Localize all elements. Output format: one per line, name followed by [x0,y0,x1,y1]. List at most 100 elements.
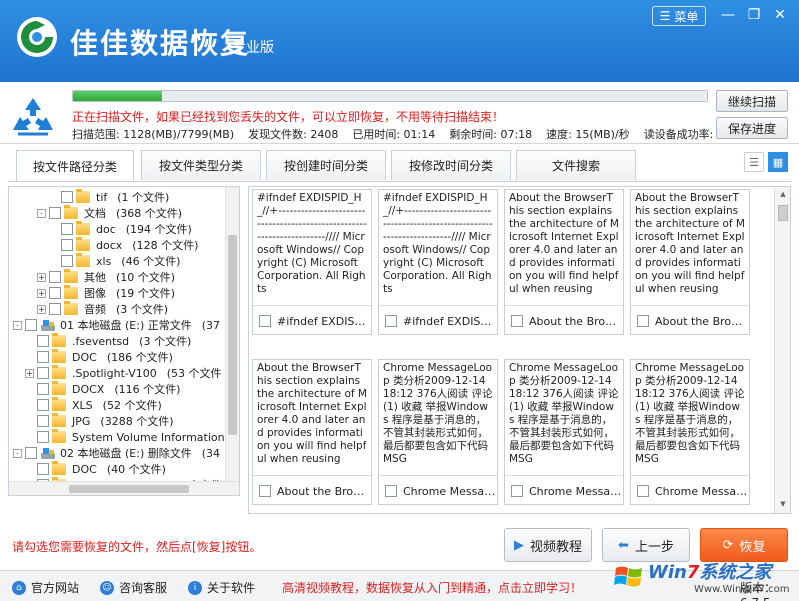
official-website-link[interactable]: ⌂ 官方网站 [12,579,79,596]
file-card[interactable]: About the BrowserThis section explains t… [252,359,372,505]
video-tutorial-button[interactable]: ▶ 视频教程 [504,528,592,562]
tree-item-checkbox[interactable] [49,207,61,219]
expand-icon[interactable]: + [25,368,34,378]
tree-item[interactable]: + 图像 (19 个文件) [37,285,175,301]
grid-scroll-thumb[interactable] [778,205,788,221]
file-preview: Chrome MessageLoop 类分析2009-12-14 18:12 3… [505,360,623,476]
maximize-icon[interactable]: ❐ [742,4,766,26]
elapsed-time: 已用时间: 01:14 [352,128,436,141]
file-card[interactable]: About the BrowserThis section explains t… [630,189,750,335]
tree-item[interactable]: xls (46 个文件) [49,253,180,269]
file-card[interactable]: #ifndef EXDISPID_H_//+------------------… [252,189,372,335]
grid-view-icon[interactable]: ▦ [768,152,788,172]
collapse-icon[interactable]: - [13,320,22,330]
file-checkbox[interactable] [637,485,649,497]
tree-item-checkbox[interactable] [49,271,61,283]
file-checkbox[interactable] [637,315,649,327]
tree-item[interactable]: + 音频 (3 个文件) [37,301,168,317]
tree-item[interactable]: + 其他 (10 个文件) [37,269,175,285]
grid-scrollbar[interactable]: ▲ ▼ [774,187,790,513]
tree-horizontal-scrollbar[interactable] [9,481,239,495]
tree-scroll-thumb[interactable] [228,235,237,435]
tree-item-checkbox[interactable] [37,383,49,395]
tree-item[interactable]: DOC (40 个文件) [25,461,166,477]
about-link[interactable]: i 关于软件 [188,579,255,596]
tree-item-count: (368 个文件) [116,207,183,220]
save-progress-button[interactable]: 保存进度 [716,117,788,139]
tree-item[interactable]: tif (1 个文件) [49,189,169,205]
tree-item[interactable]: XLS (52 个文件) [25,397,162,413]
scan-progress-bar [72,90,708,102]
file-checkbox[interactable] [259,315,271,327]
folder-icon [76,253,90,267]
tree-item-checkbox[interactable] [49,303,61,315]
read-success-rate: 读设备成功率: [643,128,714,141]
folder-icon [76,221,90,235]
scroll-up-icon[interactable]: ▲ [778,190,788,200]
menu-button[interactable]: ☰ 菜单 [652,6,706,26]
tree-item-count: (37 [201,318,221,332]
close-icon[interactable]: ✕ [768,4,792,26]
continue-scan-button[interactable]: 继续扫描 [716,90,788,112]
file-checkbox[interactable] [385,485,397,497]
collapse-icon[interactable]: - [37,208,46,218]
tree-item-checkbox[interactable] [37,351,49,363]
tree-item-checkbox[interactable] [37,399,49,411]
expand-icon[interactable]: + [37,288,46,298]
about-label: 关于软件 [207,581,256,595]
tree-item[interactable]: DOC (186 个文件) [25,349,173,365]
collapse-icon[interactable]: - [13,448,22,458]
expand-icon[interactable]: + [37,304,46,314]
tab-divider [8,181,791,182]
tree-item-checkbox[interactable] [37,335,49,347]
tree-hscroll-thumb[interactable] [69,485,189,493]
customer-service-link[interactable]: ☺ 咨询客服 [100,579,167,596]
tree-item[interactable]: System Volume Information [25,429,225,445]
file-checkbox[interactable] [511,485,523,497]
tree-item-checkbox[interactable] [37,431,49,443]
tree-item-checkbox[interactable] [25,447,37,459]
tree-item[interactable]: - 01 本地磁盘 (E:) 正常文件 (37 [13,317,220,333]
tree-item-checkbox[interactable] [37,463,49,475]
tree-item-checkbox[interactable] [61,191,73,203]
tree-item[interactable]: - 02 本地磁盘 (E:) 删除文件 (34 [13,445,220,461]
expand-icon[interactable]: + [37,272,46,282]
tree-vertical-scrollbar[interactable] [225,187,239,495]
tree-item[interactable]: - 文档 (368 个文件) [37,205,182,221]
tab-by-modified[interactable]: 按修改时间分类 [391,150,511,180]
file-checkbox[interactable] [259,485,271,497]
file-card[interactable]: Chrome MessageLoop 类分析2009-12-14 18:12 3… [504,359,624,505]
tree-item-label: tif [96,190,108,204]
drive-icon [41,447,55,459]
file-checkbox[interactable] [385,315,397,327]
file-card[interactable]: #ifndef EXDISPID_H_//+------------------… [378,189,498,335]
tree-item[interactable]: doc (194 个文件) [49,221,192,237]
tree-item[interactable]: JPG (3288 个文件) [25,413,173,429]
tab-by-path[interactable]: 按文件路径分类 [16,150,134,182]
tree-item-checkbox[interactable] [37,415,49,427]
tab-by-type[interactable]: 按文件类型分类 [141,150,261,180]
tree-item-checkbox[interactable] [25,319,37,331]
tree-item[interactable]: .fseventsd (3 个文件) [25,333,191,349]
tree-item-checkbox[interactable] [37,367,49,379]
file-card[interactable]: Chrome MessageLoop 类分析2009-12-14 18:12 3… [378,359,498,505]
file-card[interactable]: About the BrowserThis section explains t… [504,189,624,335]
scroll-down-icon[interactable]: ▼ [778,500,788,510]
tree-item[interactable]: docx (128 个文件) [49,237,198,253]
tree-item-checkbox[interactable] [61,223,73,235]
promo-link[interactable]: 高清视频教程，数据恢复从入门到精通，点击立即学习！ [282,579,582,596]
minimize-icon[interactable]: — [716,4,740,26]
file-checkbox[interactable] [511,315,523,327]
file-preview: #ifndef EXDISPID_H_//+------------------… [253,190,371,306]
tree-item-label: DOC [72,462,97,476]
tree-item-checkbox[interactable] [61,239,73,251]
file-card[interactable]: Chrome MessageLoop 类分析2009-12-14 18:12 3… [630,359,750,505]
tab-search[interactable]: 文件搜索 [516,150,636,180]
tab-by-created[interactable]: 按创建时间分类 [266,150,386,180]
tree-item-checkbox[interactable] [61,255,73,267]
tree-item[interactable]: + .Spotlight-V100 (53 个文件 [25,365,222,381]
tree-item[interactable]: DOCX (116 个文件) [25,381,180,397]
list-view-icon[interactable]: ☰ [744,152,764,172]
tree-item-checkbox[interactable] [49,287,61,299]
windows-logo-icon [614,566,642,587]
